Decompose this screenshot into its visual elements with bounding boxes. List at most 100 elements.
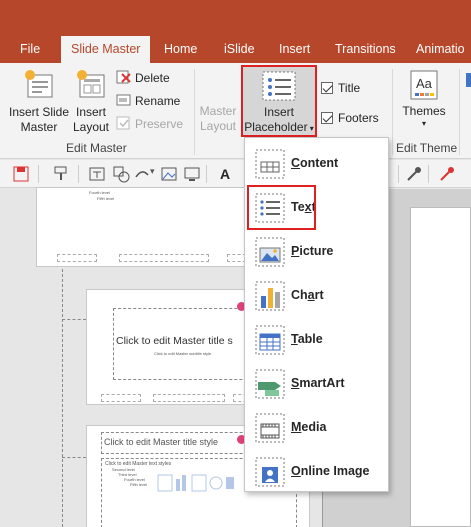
title-checkbox-label: Title — [338, 81, 361, 95]
text-box-icon[interactable] — [88, 165, 106, 183]
rename-button[interactable]: Rename — [116, 91, 180, 111]
thumbnail-title-text: Click to edit Master title style — [104, 437, 219, 447]
thumbnail-subtitle-text: Click to edit Master subtitle style — [154, 351, 212, 356]
menu-item-label: Picture — [291, 244, 334, 258]
save-icon[interactable] — [12, 165, 30, 183]
picture-placeholder-icon — [255, 237, 285, 267]
themes-button[interactable]: Aa Themes ▾ — [400, 69, 448, 128]
colors-icon[interactable] — [466, 73, 471, 87]
thumbnail-body-text: Fifth level — [130, 482, 148, 487]
master-layout-label-1: Master — [199, 104, 237, 118]
insert-layout-label-1: Insert — [75, 105, 106, 119]
layout-icon — [77, 70, 105, 98]
preserve-icon — [116, 116, 130, 130]
master-layout-button[interactable]: Master Layout — [198, 104, 238, 134]
themes-label: Themes — [402, 104, 446, 118]
insert-slide-master-label-2: Master — [20, 120, 58, 134]
font-color-icon[interactable]: A — [220, 165, 238, 183]
insert-placeholder-label-1: Insert — [263, 105, 294, 119]
chevron-down-icon[interactable]: ▾ — [150, 166, 155, 177]
edit-theme-group-label: Edit Theme — [396, 141, 458, 155]
delete-button[interactable]: Delete — [116, 68, 170, 88]
slide-canvas[interactable] — [410, 207, 471, 527]
online-image-placeholder-icon — [255, 457, 285, 487]
tab-islide[interactable]: iSlide — [224, 36, 255, 63]
smartart-placeholder-icon — [255, 369, 285, 399]
quick-access-toolbar: ▾ A — [0, 160, 471, 188]
menu-item-media[interactable]: Media — [245, 406, 388, 450]
footer-placeholder — [153, 394, 225, 402]
group-separator — [194, 69, 195, 155]
tab-slide-master[interactable]: Slide Master — [61, 36, 151, 63]
eyedropper-icon[interactable] — [405, 165, 423, 183]
title-checkbox[interactable]: Title — [321, 79, 360, 97]
menu-item-label: Media — [291, 420, 327, 434]
rename-icon — [116, 94, 131, 106]
format-painter-icon[interactable] — [52, 165, 70, 183]
edit-master-group-label: Edit Master — [66, 141, 127, 155]
menu-item-label: Table — [291, 332, 323, 346]
thumbnail-text: Fifth level — [97, 196, 115, 201]
footer-placeholder — [57, 254, 97, 262]
laser-pointer-icon[interactable] — [438, 165, 456, 183]
slide-icon[interactable] — [183, 165, 201, 183]
chevron-down-icon: ▾ — [421, 119, 426, 128]
table-placeholder-icon — [255, 325, 285, 355]
footers-checkbox-label: Footers — [338, 111, 379, 125]
group-separator — [459, 69, 460, 155]
footers-checkbox[interactable]: Footers — [321, 109, 379, 127]
menu-item-label: Content — [291, 156, 339, 170]
picture-icon[interactable] — [160, 165, 178, 183]
ribbon: Insert Slide Master Insert Layout Delete… — [0, 63, 471, 159]
tab-insert[interactable]: Insert — [279, 36, 310, 63]
ribbon-tabs: File Slide Master Home iSlide Insert Tra… — [0, 36, 471, 63]
preserve-label: Preserve — [135, 117, 184, 131]
delete-icon — [116, 70, 131, 84]
tab-home[interactable]: Home — [164, 36, 197, 63]
thumbnail-tree-branch — [62, 319, 86, 320]
menu-item-label: Chart — [291, 288, 324, 302]
redo-icon[interactable] — [133, 165, 151, 183]
insert-slide-master-button[interactable]: Insert Slide Master — [6, 69, 72, 135]
insert-slide-master-label-1: Insert Slide — [8, 105, 70, 119]
toolbar-separator — [206, 165, 207, 183]
text-option-highlight — [247, 185, 316, 230]
menu-item-picture[interactable]: Picture — [245, 230, 388, 274]
delete-label: Delete — [135, 71, 170, 85]
placeholder-icon — [262, 71, 296, 101]
insert-placeholder-labels: Insert Placeholder ▾ — [243, 105, 315, 136]
content-placeholder-icon — [255, 149, 285, 179]
toolbar-separator — [428, 165, 429, 183]
toolbar-separator — [38, 165, 39, 183]
content-type-icons — [157, 474, 234, 492]
shapes-icon[interactable] — [112, 165, 130, 183]
insert-layout-button[interactable]: Insert Layout — [70, 69, 112, 135]
group-separator — [392, 69, 393, 155]
menu-item-smartart[interactable]: SmartArt — [245, 362, 388, 406]
media-placeholder-icon — [255, 413, 285, 443]
menu-item-label: Online Image — [291, 464, 370, 478]
menu-item-chart[interactable]: Chart — [245, 274, 388, 318]
menu-item-content[interactable]: Content — [245, 142, 388, 186]
master-layout-label-2: Layout — [199, 119, 237, 133]
menu-item-table[interactable]: Table — [245, 318, 388, 362]
footer-placeholder — [101, 394, 141, 402]
insert-placeholder-button[interactable]: Insert Placeholder ▾ — [241, 65, 317, 137]
slide-master-icon — [25, 70, 53, 98]
menu-item-online-image[interactable]: Online Image — [245, 450, 388, 494]
insert-placeholder-label-2: Placeholder ▾ — [244, 120, 314, 134]
preserve-button[interactable]: Preserve — [116, 114, 183, 134]
thumbnail-title-text: Click to edit Master title s — [116, 335, 233, 347]
themes-icon: Aa — [410, 70, 438, 100]
thumbnail-tree-branch — [62, 457, 86, 458]
rename-label: Rename — [135, 94, 181, 108]
toolbar-separator — [398, 165, 399, 183]
tab-file[interactable]: File — [20, 36, 40, 63]
checkbox-check-icon — [321, 82, 333, 94]
chart-placeholder-icon — [255, 281, 285, 311]
chevron-down-icon: ▾ — [307, 124, 314, 133]
toolbar-separator — [78, 165, 79, 183]
tab-animations[interactable]: Animatio — [416, 36, 465, 63]
insert-layout-label-2: Layout — [72, 120, 110, 134]
tab-transitions[interactable]: Transitions — [335, 36, 396, 63]
